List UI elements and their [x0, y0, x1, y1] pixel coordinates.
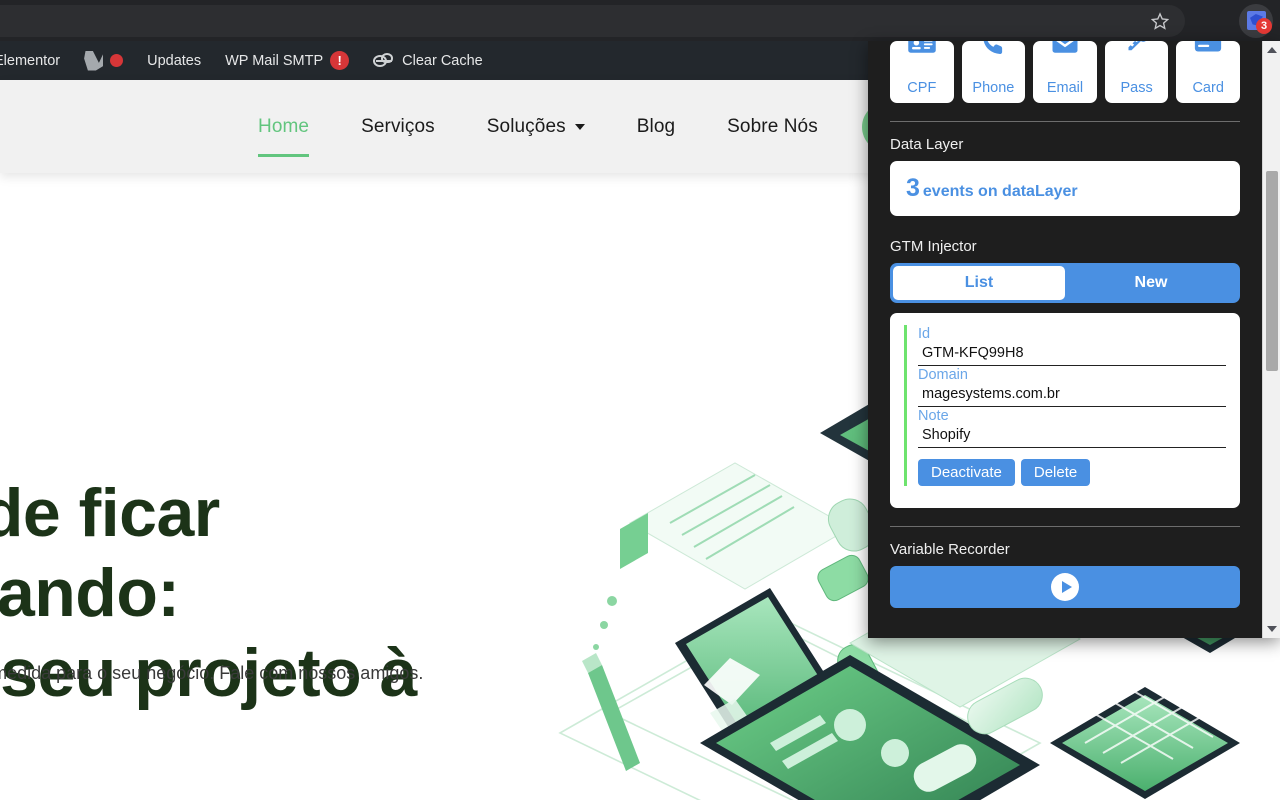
play-icon [1051, 573, 1079, 601]
hero-heading-line1: Pare de ficar esperando: [0, 475, 220, 632]
screen: 3 Elementor Updates WP Mail SMTP ! Clear… [0, 0, 1280, 800]
gtm-entry-actions: Deactivate Delete [918, 459, 1226, 487]
quick-fill-label: CPF [907, 80, 937, 96]
chevron-down-icon [574, 123, 585, 130]
extension-popup: CPF Phone Email Pass Card Data Layer 3 e… [868, 41, 1280, 638]
gtm-entry: Id GTM-KFQ99H8 Domain magesystems.com.br… [904, 325, 1226, 487]
deactivate-button[interactable]: Deactivate [918, 459, 1015, 487]
credit-card-icon [1193, 41, 1223, 64]
nav-item-solucoes[interactable]: Soluções [461, 116, 611, 138]
variable-recorder-play-button[interactable] [890, 566, 1240, 608]
bookmark-star-icon[interactable] [1151, 12, 1169, 30]
envelope-icon [1050, 41, 1080, 64]
quick-fill-cpf[interactable]: CPF [890, 41, 954, 103]
address-bar[interactable] [0, 5, 1185, 37]
adminbar-label: WP Mail SMTP [225, 52, 324, 69]
key-icon [1122, 41, 1152, 64]
adminbar-label: Elementor [0, 52, 61, 69]
adminbar-label: Updates [147, 52, 202, 69]
adminbar-item-updates[interactable]: Updates [135, 53, 213, 69]
quick-fill-phone[interactable]: Phone [961, 41, 1026, 103]
gtm-entry-card: Id GTM-KFQ99H8 Domain magesystems.com.br… [890, 313, 1240, 508]
id-card-icon [907, 41, 937, 64]
quick-fill-card[interactable]: Card [1176, 41, 1240, 103]
scrollbar-thumb[interactable] [1266, 171, 1278, 371]
hero-heading-line2: traga seu projeto à vida. [0, 635, 417, 712]
nav-item-label: Blog [636, 115, 676, 137]
quick-fill-label: Card [1192, 80, 1224, 96]
browser-toolbar: 3 [0, 0, 1280, 41]
field-label-domain: Domain [918, 367, 968, 384]
data-layer-text: events on dataLayer [922, 183, 1078, 200]
scroll-down-arrow-icon[interactable] [1263, 620, 1280, 638]
variable-recorder-title: Variable Recorder [890, 541, 1010, 558]
nav-item-label: Sobre Nós [727, 115, 818, 137]
nav-item-label: Serviços [361, 115, 435, 137]
field-label-note: Note [918, 408, 949, 425]
nav-item-label: Soluções [486, 115, 566, 137]
nav-item-sobre-nos[interactable]: Sobre Nós [701, 116, 844, 138]
phone-icon [978, 41, 1008, 64]
popup-content: CPF Phone Email Pass Card Data Layer 3 e… [868, 41, 1262, 638]
nav-item-home[interactable]: Home [258, 115, 335, 157]
yoast-icon [84, 50, 104, 71]
divider [890, 526, 1240, 527]
data-layer-summary: 3 events on dataLayer [906, 174, 1224, 203]
cache-icon [373, 52, 395, 69]
nav-item-blog[interactable]: Blog [611, 116, 701, 138]
red-dot-icon [110, 54, 124, 67]
field-value-id[interactable]: GTM-KFQ99H8 [918, 343, 1226, 367]
quick-fill-label: Email [1046, 80, 1084, 96]
data-layer-count: 3 [906, 174, 920, 202]
hero-subtitle: Soluções digitais sob medida para o seu … [0, 663, 424, 683]
divider [890, 121, 1240, 122]
delete-button[interactable]: Delete [1020, 459, 1091, 487]
nav-item-servicos[interactable]: Serviços [335, 116, 461, 138]
quick-fill-label: Phone [972, 80, 1015, 96]
tab-new[interactable]: New [1065, 266, 1237, 300]
field-value-note[interactable]: Shopify [918, 425, 1226, 449]
popup-scrollbar[interactable] [1262, 41, 1280, 638]
adminbar-item-wp-mail-smtp[interactable]: WP Mail SMTP ! [213, 51, 361, 70]
gtm-injector-tabs: List New [890, 263, 1240, 303]
hero-heading: Pare de ficar esperando: traga seu proje… [0, 473, 578, 794]
quick-fill-pass[interactable]: Pass [1104, 41, 1169, 103]
nav-item-label: Home [258, 115, 310, 137]
quick-fill-label: Pass [1120, 80, 1153, 96]
gtm-injector-title: GTM Injector [890, 238, 977, 255]
tab-list[interactable]: List [893, 266, 1065, 300]
field-value-domain[interactable]: magesystems.com.br [918, 384, 1226, 408]
scroll-up-arrow-icon[interactable] [1263, 41, 1280, 59]
data-layer-card[interactable]: 3 events on dataLayer [890, 161, 1240, 216]
alert-badge-icon: ! [330, 51, 350, 70]
field-label-id: Id [918, 326, 931, 342]
adminbar-label: Clear Cache [402, 52, 483, 69]
adminbar-item-yoast[interactable] [72, 50, 135, 71]
extension-toolbar-button[interactable]: 3 [1239, 4, 1273, 38]
adminbar-item-clear-cache[interactable]: Clear Cache [361, 52, 495, 69]
adminbar-item-elementor[interactable]: Elementor [0, 53, 72, 69]
quick-fill-email[interactable]: Email [1033, 41, 1097, 103]
quick-fill-row: CPF Phone Email Pass Card [890, 41, 1240, 103]
extension-badge-count: 3 [1256, 18, 1272, 34]
data-layer-title: Data Layer [890, 136, 964, 153]
